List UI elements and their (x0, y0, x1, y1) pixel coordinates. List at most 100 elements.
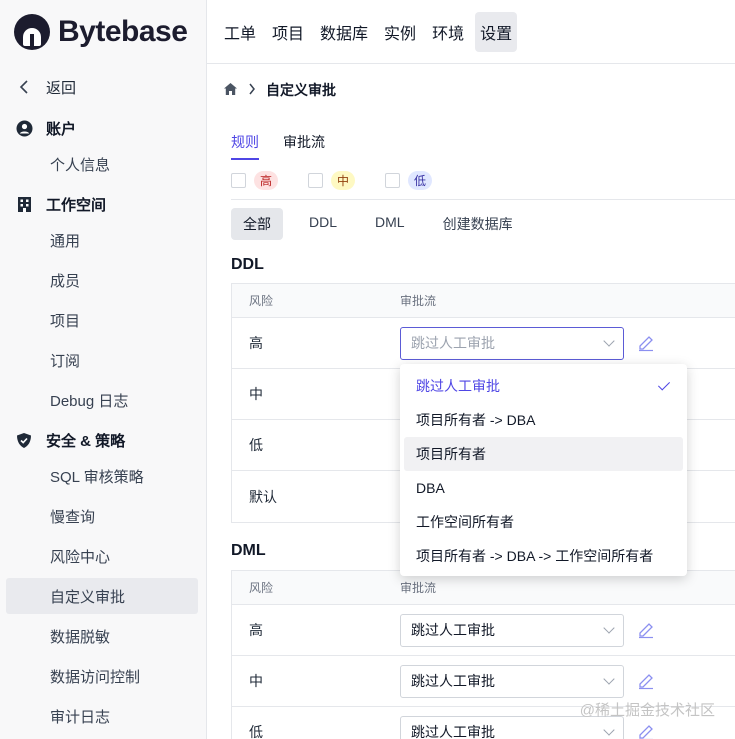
approval-flow-select[interactable]: 跳过人工审批 (400, 326, 624, 360)
risk-cell: 高 (249, 622, 263, 638)
brand-name: Bytebase (58, 15, 188, 48)
brand-logo[interactable]: Bytebase (14, 12, 188, 52)
sidebar-section-account[interactable]: 账户 (0, 110, 207, 146)
dropdown-option[interactable]: 工作空间所有者 (404, 505, 683, 539)
option-label: 项目所有者 (416, 446, 486, 462)
source-filter: 全部 DDL DML 创建数据库 (231, 208, 539, 240)
nav-issues[interactable]: 工单 (219, 12, 261, 52)
sidebar-item-sql-review[interactable]: SQL 审核策略 (0, 458, 207, 494)
dropdown-option[interactable]: 项目所有者 -> DBA (404, 403, 683, 437)
edit-icon[interactable] (637, 621, 655, 639)
segment-dml[interactable]: DML (363, 208, 417, 240)
chevron-down-icon (603, 724, 615, 736)
sidebar-item-slow-query[interactable]: 慢查询 (0, 498, 207, 534)
sidebar-item-label: 数据访问控制 (50, 668, 141, 686)
risk-medium-badge: 中 (331, 171, 356, 190)
sidebar-section-security[interactable]: 安全 & 策略 (0, 422, 207, 458)
nav-settings[interactable]: 设置 (475, 11, 518, 52)
nav-databases[interactable]: 数据库 (315, 12, 373, 52)
sidebar-item-label: 自定义审批 (50, 588, 126, 606)
tab-rules[interactable]: 规则 (231, 132, 259, 160)
sidebar-item-label: SQL 审核策略 (50, 468, 144, 486)
tab-approval-flows[interactable]: 审批流 (283, 132, 325, 160)
bytebase-logo-icon (14, 14, 50, 50)
option-label: 项目所有者 -> DBA (416, 412, 536, 428)
chevron-down-icon (603, 335, 615, 347)
select-value: 跳过人工审批 (411, 724, 495, 739)
segment-all[interactable]: 全部 (231, 208, 283, 240)
sidebar-item-label: 审计日志 (50, 708, 111, 726)
edit-icon[interactable] (637, 672, 655, 690)
sidebar-item-audit-log[interactable]: 审计日志 (0, 698, 207, 734)
risk-filters: 高 中 低 (231, 171, 462, 190)
chevron-down-icon (603, 673, 615, 685)
section-title: 账户 (46, 120, 77, 138)
edit-icon[interactable] (637, 334, 655, 352)
risk-high-badge: 高 (254, 171, 279, 190)
sidebar-item-general[interactable]: 通用 (0, 222, 207, 258)
nav-environments[interactable]: 环境 (427, 12, 469, 52)
risk-cell: 中 (249, 386, 263, 402)
user-circle-icon (15, 119, 33, 137)
risk-cell: 低 (249, 724, 263, 739)
shield-icon (15, 431, 33, 449)
risk-low-checkbox[interactable] (385, 173, 401, 188)
top-nav: 工单 项目 数据库 实例 环境 设置 (207, 0, 735, 64)
risk-cell: 中 (249, 673, 263, 689)
sidebar-item-debug-log[interactable]: Debug 日志 (0, 382, 207, 418)
select-value: 跳过人工审批 (411, 622, 495, 638)
approval-flow-dropdown: 跳过人工审批 项目所有者 -> DBA 项目所有者 DBA 工作空间所有者 项目… (400, 364, 687, 576)
edit-icon[interactable] (637, 723, 655, 739)
sidebar: Bytebase 返回 账户 个人信息 工作空间 通用 成员 项目 订阅 Deb… (0, 0, 207, 739)
sidebar-item-label: 订阅 (50, 352, 81, 370)
section-title: 工作空间 (46, 196, 107, 214)
option-label: 跳过人工审批 (416, 378, 500, 394)
col-flow: 审批流 (400, 294, 437, 308)
breadcrumb-separator-icon (248, 82, 256, 98)
back-label: 返回 (46, 79, 77, 97)
sidebar-item-data-access-control[interactable]: 数据访问控制 (0, 658, 207, 694)
sidebar-item-label: 成员 (50, 272, 81, 290)
option-label: 项目所有者 -> DBA -> 工作空间所有者 (416, 548, 654, 564)
dropdown-option[interactable]: 项目所有者 (404, 437, 683, 471)
table-row: 高 跳过人工审批 (232, 318, 735, 369)
divider (231, 199, 735, 200)
select-value: 跳过人工审批 (411, 673, 495, 689)
approval-flow-select[interactable]: 跳过人工审批 (400, 613, 624, 647)
risk-cell: 高 (249, 335, 263, 351)
section-title: 安全 & 策略 (46, 432, 126, 450)
option-label: DBA (416, 480, 445, 496)
ddl-title: DDL (231, 256, 264, 273)
dropdown-option[interactable]: DBA (404, 471, 683, 505)
sidebar-section-workspace[interactable]: 工作空间 (0, 186, 207, 222)
segment-create-database[interactable]: 创建数据库 (431, 208, 525, 240)
sidebar-item-label: 通用 (50, 232, 81, 250)
sidebar-item-profile[interactable]: 个人信息 (0, 146, 207, 182)
sidebar-item-subscription[interactable]: 订阅 (0, 342, 207, 378)
sidebar-item-label: Debug 日志 (50, 392, 129, 410)
building-icon (15, 195, 33, 213)
breadcrumb-current: 自定义审批 (266, 82, 336, 98)
sidebar-item-projects[interactable]: 项目 (0, 302, 207, 338)
sidebar-item-label: 数据脱敏 (50, 628, 111, 646)
sidebar-item-label: 项目 (50, 312, 81, 330)
dml-title: DML (231, 542, 266, 559)
dropdown-option[interactable]: 项目所有者 -> DBA -> 工作空间所有者 (404, 539, 683, 573)
risk-high-checkbox[interactable] (231, 173, 246, 188)
nav-instances[interactable]: 实例 (379, 12, 421, 52)
sidebar-item-data-masking[interactable]: 数据脱敏 (0, 618, 207, 654)
back-button[interactable]: 返回 (0, 69, 207, 105)
home-icon[interactable] (223, 82, 238, 99)
approval-flow-select[interactable]: 跳过人工审批 (400, 664, 624, 698)
nav-projects[interactable]: 项目 (267, 12, 309, 52)
risk-cell: 低 (249, 437, 263, 453)
sidebar-item-risk-center[interactable]: 风险中心 (0, 538, 207, 574)
table-header: 风险 审批流 (232, 284, 735, 318)
sidebar-item-members[interactable]: 成员 (0, 262, 207, 298)
col-flow: 审批流 (400, 581, 437, 595)
segment-ddl[interactable]: DDL (297, 208, 349, 240)
dropdown-option[interactable]: 跳过人工审批 (404, 369, 683, 403)
risk-low-badge: 低 (408, 171, 433, 190)
risk-medium-checkbox[interactable] (308, 173, 324, 188)
sidebar-item-custom-approval[interactable]: 自定义审批 (6, 578, 198, 614)
